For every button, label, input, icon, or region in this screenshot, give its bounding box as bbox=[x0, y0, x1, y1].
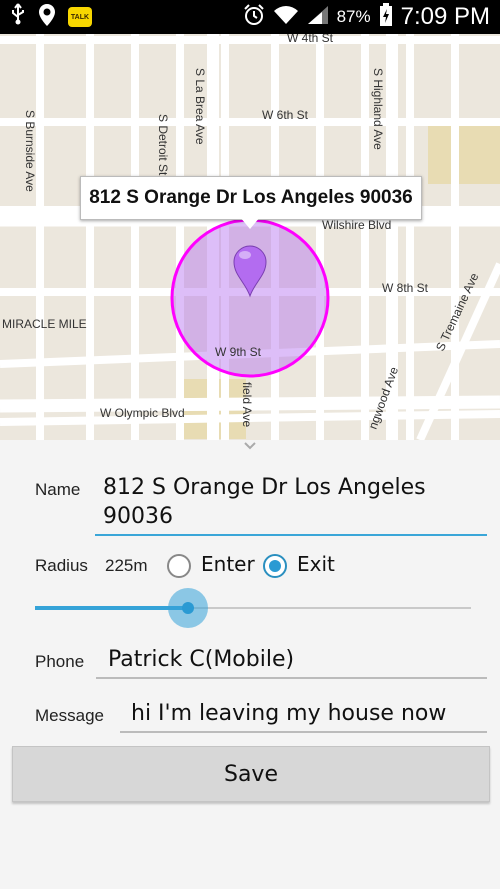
street-w6th: W 6th St bbox=[262, 108, 309, 122]
callout-pointer bbox=[240, 217, 260, 229]
save-button[interactable]: Save bbox=[12, 746, 490, 802]
usb-icon bbox=[10, 2, 26, 32]
status-bar: TALK 87% 7:09 PM bbox=[0, 0, 500, 34]
radius-value: 225m bbox=[105, 556, 148, 575]
exit-radio[interactable] bbox=[263, 554, 287, 578]
name-label: Name bbox=[35, 480, 81, 499]
area-miracle-mile: MIRACLE MILE bbox=[2, 317, 87, 331]
street-highland: S Highland Ave bbox=[371, 68, 385, 150]
kakaotalk-icon: TALK bbox=[68, 7, 92, 27]
street-fairfield: field Ave bbox=[240, 382, 254, 427]
battery-charging-icon bbox=[379, 3, 393, 31]
address-callout[interactable]: 812 S Orange Dr Los Angeles 90036 bbox=[80, 176, 422, 220]
phone-field-underline bbox=[96, 677, 487, 679]
location-icon bbox=[38, 3, 56, 31]
enter-radio[interactable] bbox=[167, 554, 191, 578]
street-detroit: S Detroit St bbox=[156, 114, 170, 176]
message-field[interactable]: hi I'm leaving my house now bbox=[131, 699, 446, 728]
exit-radio-label[interactable]: Exit bbox=[297, 552, 335, 576]
signal-icon bbox=[307, 5, 329, 29]
chevron-down-icon[interactable] bbox=[240, 440, 260, 456]
name-value-line1: 812 S Orange Dr Los Angeles bbox=[103, 475, 426, 500]
name-field[interactable]: 812 S Orange Dr Los Angeles 90036 bbox=[103, 473, 426, 531]
map-view[interactable]: W 4th St W 6th St Wilshire Blvd W 8th St… bbox=[0, 34, 500, 440]
radius-slider-thumb[interactable] bbox=[167, 588, 208, 628]
message-label: Message bbox=[35, 706, 104, 725]
name-value-line2: 90036 bbox=[103, 504, 173, 529]
street-w8th: W 8th St bbox=[382, 281, 429, 295]
alarm-icon bbox=[243, 4, 265, 30]
street-labrea: S La Brea Ave bbox=[193, 68, 207, 145]
clock: 7:09 PM bbox=[400, 3, 490, 30]
radius-slider[interactable] bbox=[35, 588, 471, 628]
phone-label: Phone bbox=[35, 652, 85, 671]
map-tiles: W 4th St W 6th St Wilshire Blvd W 8th St… bbox=[0, 34, 500, 440]
wifi-icon bbox=[273, 5, 299, 29]
radius-slider-fill bbox=[35, 606, 188, 610]
phone-field[interactable]: Patrick C(Mobile) bbox=[108, 645, 294, 674]
street-wilshire: Wilshire Blvd bbox=[322, 218, 391, 232]
enter-radio-label[interactable]: Enter bbox=[201, 552, 255, 576]
name-field-underline bbox=[95, 534, 487, 536]
street-olympic: W Olympic Blvd bbox=[100, 406, 185, 420]
battery-percentage: 87% bbox=[336, 7, 371, 26]
message-field-underline bbox=[120, 731, 487, 733]
street-w4th: W 4th St bbox=[287, 34, 334, 45]
street-w9th: W 9th St bbox=[215, 345, 262, 359]
street-burnside: S Burnside Ave bbox=[23, 110, 37, 192]
radius-label: Radius bbox=[35, 556, 88, 575]
